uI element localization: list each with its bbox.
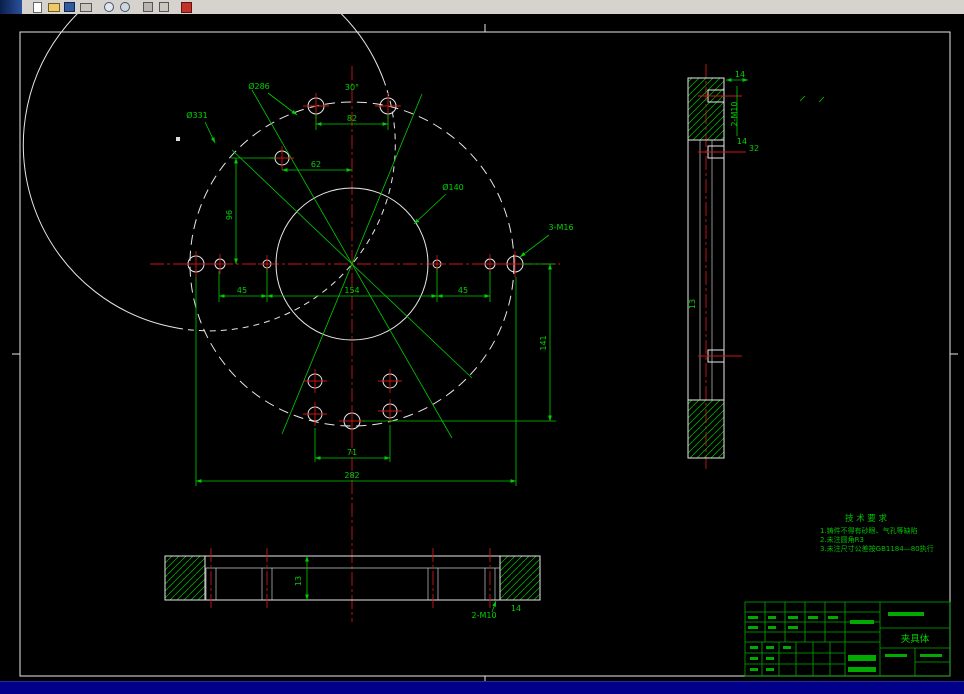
dim-side-13: 13 (688, 299, 697, 309)
dim-left-45: 45 (237, 286, 247, 295)
dimensions: 82 30° 62 45 154 45 96 141 71 282 Ø331 Ø… (176, 81, 574, 486)
dim-height-141: 141 (539, 335, 548, 350)
drawing-canvas[interactable]: 82 30° 62 45 154 45 96 141 71 282 Ø331 Ø… (0, 14, 964, 682)
save-icon[interactable] (62, 1, 77, 13)
dim-dia-inner: Ø140 (442, 182, 464, 192)
dim-bottom-thread: 2-M10 (471, 611, 496, 620)
toolbar (0, 0, 964, 14)
title-block: 夹具体 (744, 601, 951, 677)
app-menu-fragment[interactable] (0, 0, 22, 14)
new-icon[interactable] (30, 1, 45, 13)
help-icon[interactable] (179, 1, 194, 13)
dim-span-mid: 62 (311, 160, 321, 169)
preview-icon[interactable] (101, 1, 116, 13)
open-icon[interactable] (46, 1, 61, 13)
technical-notes: 技 术 要 求 1.铸件不得有砂眼、气孔等缺陷 2.未注圆角R3 3.未注尺寸公… (820, 513, 934, 553)
dim-span-71: 71 (347, 448, 357, 457)
print-icon[interactable] (78, 1, 93, 13)
part-name: 夹具体 (901, 633, 930, 645)
dim-right-45: 45 (458, 286, 468, 295)
bottom-view: 13 2-M10 14 (164, 548, 541, 620)
dim-side-14-top: 14 (735, 70, 745, 79)
dim-bottom-14: 14 (511, 604, 521, 613)
notes-line-2: 2.未注圆角R3 (820, 535, 864, 544)
outline-circles (22, 14, 515, 427)
blip-marks (799, 95, 825, 103)
copy-icon[interactable] (156, 1, 171, 13)
hole-centermarks (183, 93, 528, 434)
command-bar[interactable] (0, 681, 964, 694)
point-marker (176, 137, 180, 141)
dim-total-282: 282 (344, 471, 359, 480)
application-window: 82 30° 62 45 154 45 96 141 71 282 Ø331 Ø… (0, 0, 964, 694)
dim-angle: 30° (345, 83, 359, 92)
dim-mid-154: 154 (344, 286, 359, 295)
dim-bottom-13: 13 (294, 576, 303, 586)
notes-title: 技 术 要 求 (845, 513, 888, 524)
cut-icon[interactable] (140, 1, 155, 13)
front-view: 82 30° 62 45 154 45 96 141 71 282 Ø331 Ø… (22, 14, 574, 622)
dim-span-top: 82 (347, 114, 357, 123)
zoom-icon[interactable] (117, 1, 132, 13)
dim-dia-outer: Ø331 (186, 110, 208, 120)
dim-thread-m16: 3-M16 (548, 223, 573, 232)
dim-side-14-step: 14 (737, 137, 747, 146)
notes-line-1: 1.铸件不得有砂眼、气孔等缺陷 (820, 526, 918, 535)
bottom-dimensions: 13 2-M10 14 (294, 556, 521, 620)
dim-dia-bolt: Ø286 (248, 81, 270, 91)
side-view: 14 2-M10 14 32 13 (687, 64, 759, 472)
bolt-holes (183, 93, 528, 434)
notes-line-3: 3.未注尺寸公差按GB1184—80执行 (820, 544, 934, 553)
dim-height-96: 96 (225, 210, 234, 220)
dim-side-32: 32 (749, 144, 759, 153)
dim-side-thread: 2-M10 (730, 101, 739, 126)
